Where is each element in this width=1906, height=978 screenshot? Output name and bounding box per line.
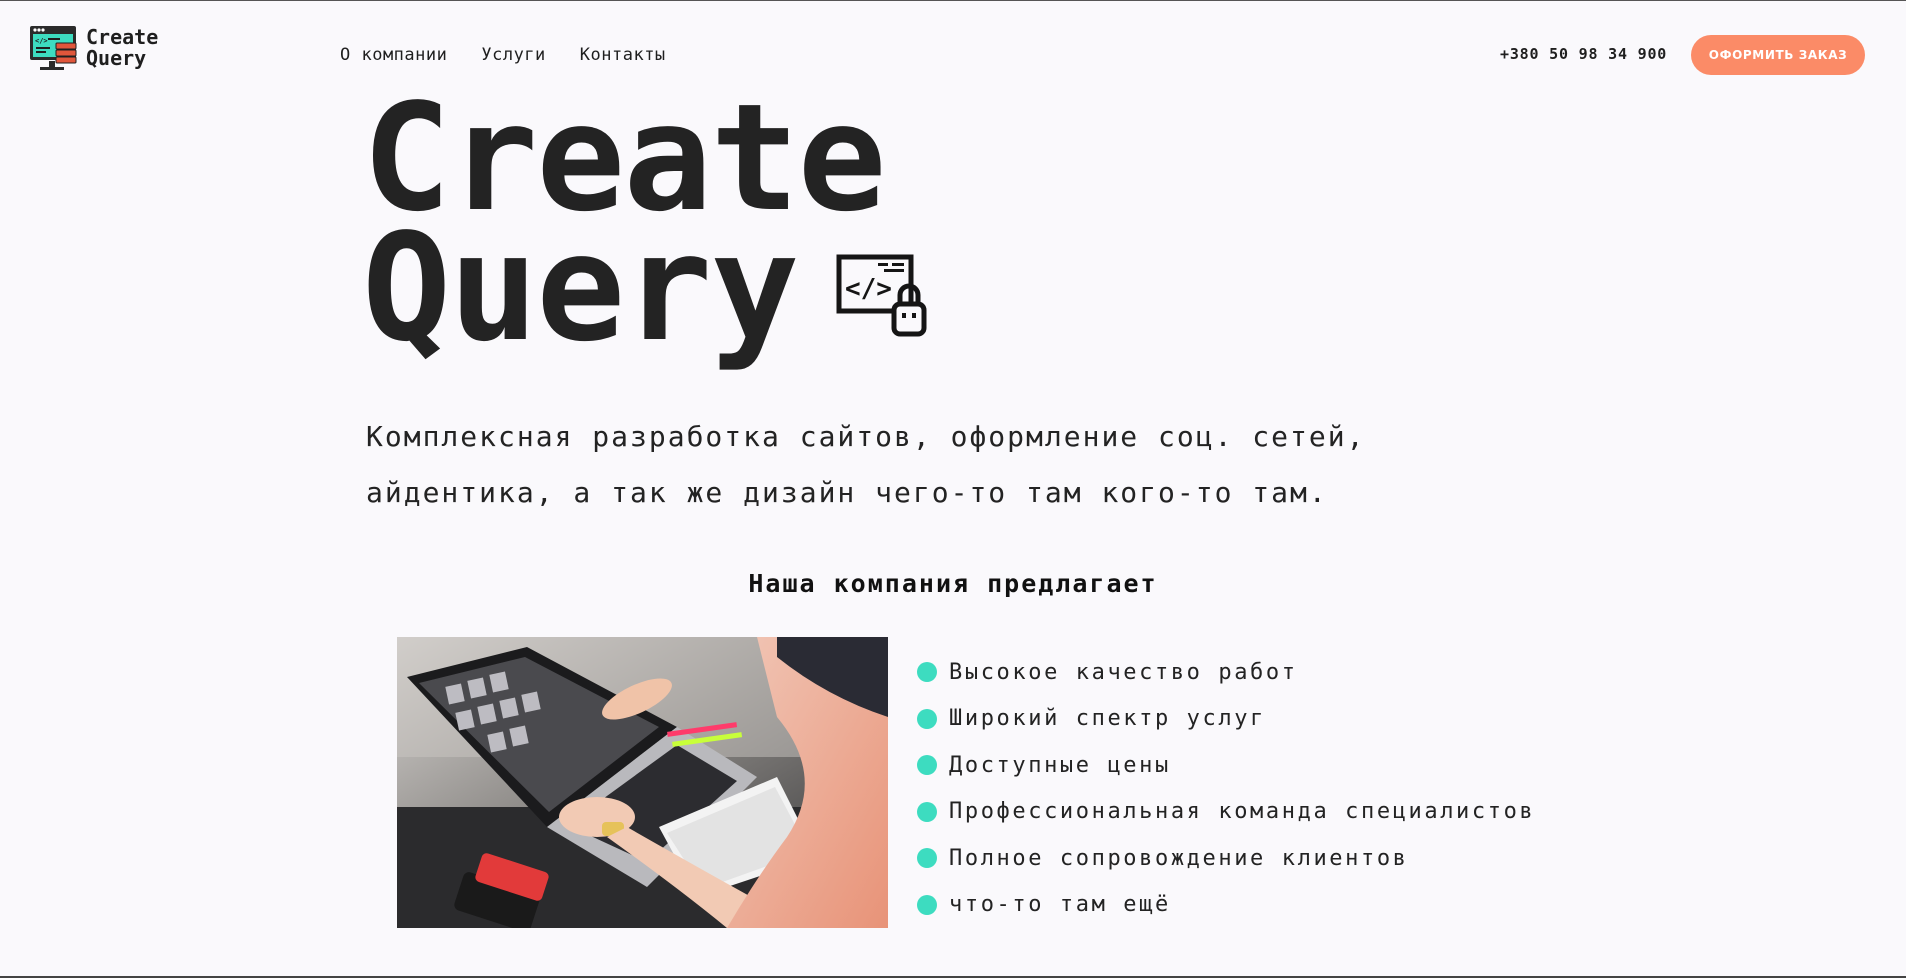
list-item: Высокое качество работ — [917, 649, 1535, 696]
list-item: Широкий спектр услуг — [917, 696, 1535, 743]
laptop-team-photo — [397, 637, 888, 928]
bullet-dot-icon — [917, 801, 937, 822]
logo-text-line1: Create — [86, 25, 159, 49]
svg-text:</>: </> — [35, 37, 48, 45]
main-nav: О компании Услуги Контакты — [340, 45, 666, 65]
hero-subtitle-line1: Комплексная разработка сайтов, оформлени… — [366, 420, 1366, 453]
bullet-dot-icon — [917, 755, 937, 776]
list-item: что-то там ещё — [917, 882, 1535, 929]
feature-text: Широкий спектр услуг — [949, 706, 1266, 732]
bullet-dot-icon — [917, 708, 937, 729]
logo-text: Create Query — [86, 27, 158, 69]
bullet-dot-icon — [917, 894, 937, 915]
logo-link[interactable]: </> Create Query — [28, 23, 158, 73]
feature-text: Полное сопровождение клиентов — [949, 845, 1409, 871]
offers-title: Наша компания предлагает — [748, 569, 1158, 598]
list-item: Доступные цены — [917, 742, 1535, 789]
feature-text: Доступные цены — [949, 752, 1171, 778]
hero-title: Create Query — [362, 84, 887, 362]
hero-subtitle-line2: айдентика, а так же дизайн чего-то там к… — [366, 476, 1328, 509]
bullet-dot-icon — [917, 848, 937, 869]
list-item: Профессиональная команда специалистов — [917, 789, 1535, 836]
feature-text: Высокое качество работ — [949, 659, 1298, 685]
bullet-dot-icon — [917, 662, 937, 683]
monitor-code-server-icon: </> — [28, 23, 78, 73]
nav-item-services[interactable]: Услуги — [481, 45, 545, 65]
feature-text: Профессиональная команда специалистов — [949, 799, 1536, 825]
nav-item-about[interactable]: О компании — [340, 45, 447, 65]
feature-text: что-то там ещё — [949, 892, 1171, 918]
list-item: Полное сопровождение клиентов — [917, 835, 1535, 882]
svg-text:</>: </> — [845, 274, 892, 304]
logo-text-line2: Query — [86, 46, 147, 70]
nav-item-contacts[interactable]: Контакты — [580, 45, 666, 65]
order-button[interactable]: ОФОРМИТЬ ЗАКАЗ — [1691, 35, 1865, 75]
code-window-lock-icon: </> — [836, 254, 930, 342]
hero-subtitle: Комплексная разработка сайтов, оформлени… — [366, 409, 1506, 521]
phone-link[interactable]: +380 50 98 34 900 — [1500, 45, 1667, 63]
features-list: Высокое качество работ Широкий спектр ус… — [917, 649, 1535, 928]
